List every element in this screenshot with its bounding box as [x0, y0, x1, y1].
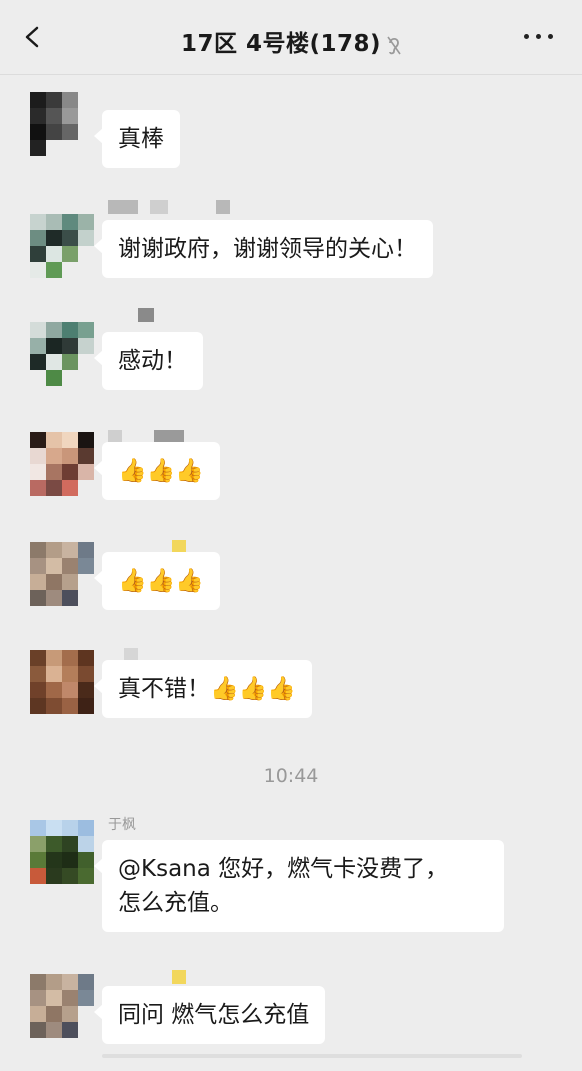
- chat-title: 17区 4号楼(178): [0, 24, 582, 58]
- message-bubble[interactable]: 👍👍👍: [94, 552, 220, 610]
- more-dots-icon[interactable]: [524, 34, 554, 42]
- message-bubble[interactable]: 谢谢政府，谢谢领导的关心！: [94, 220, 433, 278]
- avatar[interactable]: [30, 92, 94, 156]
- avatar[interactable]: [30, 974, 94, 1038]
- divider: [102, 1054, 522, 1058]
- avatar[interactable]: [30, 820, 94, 884]
- message-bubble[interactable]: 感动！: [94, 332, 203, 390]
- sender-name: [108, 970, 186, 984]
- avatar[interactable]: [30, 322, 94, 386]
- avatar[interactable]: [30, 432, 94, 496]
- avatar[interactable]: [30, 542, 94, 606]
- message-bubble[interactable]: 同问 燃气怎么充值: [93, 986, 326, 1044]
- sender-name: [108, 200, 230, 214]
- avatar[interactable]: [30, 650, 94, 714]
- message-bubble[interactable]: 真不错！👍👍👍: [94, 660, 312, 718]
- ear-muted-icon: [387, 36, 401, 54]
- sender-name: 于枫: [108, 817, 136, 833]
- message-bubble[interactable]: 👍👍👍: [94, 442, 220, 500]
- message-timestamp: 10:44: [263, 765, 319, 787]
- message-bubble[interactable]: 真棒: [94, 110, 180, 168]
- message-bubble[interactable]: @Ksana 您好，燃气卡没费了， 怎么充值。: [94, 840, 504, 932]
- chat-header: 17区 4号楼(178): [0, 0, 582, 75]
- avatar[interactable]: [30, 214, 94, 278]
- sender-name: [108, 308, 154, 322]
- chat-title-text: 17区 4号楼(178): [180, 31, 382, 57]
